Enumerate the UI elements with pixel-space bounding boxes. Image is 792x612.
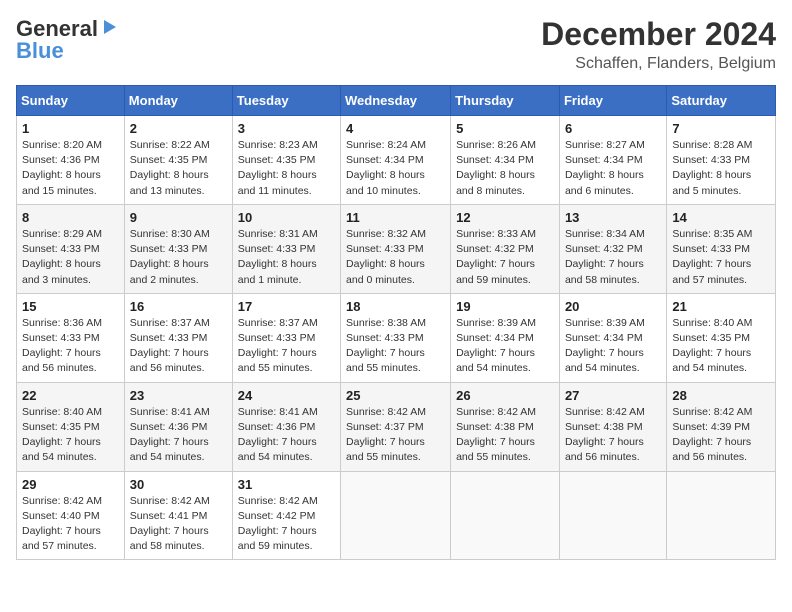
- day-cell: 21 Sunrise: 8:40 AMSunset: 4:35 PMDaylig…: [667, 293, 776, 382]
- col-tuesday: Tuesday: [232, 86, 340, 116]
- logo-blue: Blue: [16, 38, 64, 64]
- table-row: 1 Sunrise: 8:20 AMSunset: 4:36 PMDayligh…: [17, 116, 776, 205]
- day-cell: 14 Sunrise: 8:35 AMSunset: 4:33 PMDaylig…: [667, 204, 776, 293]
- day-cell: 25 Sunrise: 8:42 AMSunset: 4:37 PMDaylig…: [341, 382, 451, 471]
- table-row: 22 Sunrise: 8:40 AMSunset: 4:35 PMDaylig…: [17, 382, 776, 471]
- calendar-table: Sunday Monday Tuesday Wednesday Thursday…: [16, 85, 776, 560]
- day-cell: 30 Sunrise: 8:42 AMSunset: 4:41 PMDaylig…: [124, 471, 232, 560]
- day-cell: 10 Sunrise: 8:31 AMSunset: 4:33 PMDaylig…: [232, 204, 340, 293]
- day-cell: 1 Sunrise: 8:20 AMSunset: 4:36 PMDayligh…: [17, 116, 125, 205]
- page-header: General Blue December 2024 Schaffen, Fla…: [16, 16, 776, 73]
- day-cell: 18 Sunrise: 8:38 AMSunset: 4:33 PMDaylig…: [341, 293, 451, 382]
- day-cell: 20 Sunrise: 8:39 AMSunset: 4:34 PMDaylig…: [559, 293, 666, 382]
- day-cell: 28 Sunrise: 8:42 AMSunset: 4:39 PMDaylig…: [667, 382, 776, 471]
- table-row: 8 Sunrise: 8:29 AMSunset: 4:33 PMDayligh…: [17, 204, 776, 293]
- day-cell: 6 Sunrise: 8:27 AMSunset: 4:34 PMDayligh…: [559, 116, 666, 205]
- day-cell: 23 Sunrise: 8:41 AMSunset: 4:36 PMDaylig…: [124, 382, 232, 471]
- location-subtitle: Schaffen, Flanders, Belgium: [541, 55, 776, 73]
- col-saturday: Saturday: [667, 86, 776, 116]
- day-cell: 31 Sunrise: 8:42 AMSunset: 4:42 PMDaylig…: [232, 471, 340, 560]
- table-row: 29 Sunrise: 8:42 AMSunset: 4:40 PMDaylig…: [17, 471, 776, 560]
- day-cell: 15 Sunrise: 8:36 AMSunset: 4:33 PMDaylig…: [17, 293, 125, 382]
- col-thursday: Thursday: [451, 86, 560, 116]
- col-sunday: Sunday: [17, 86, 125, 116]
- day-cell: 19 Sunrise: 8:39 AMSunset: 4:34 PMDaylig…: [451, 293, 560, 382]
- empty-cell: [451, 471, 560, 560]
- title-block: December 2024 Schaffen, Flanders, Belgiu…: [541, 16, 776, 73]
- day-cell: 3 Sunrise: 8:23 AMSunset: 4:35 PMDayligh…: [232, 116, 340, 205]
- calendar-header-row: Sunday Monday Tuesday Wednesday Thursday…: [17, 86, 776, 116]
- day-cell: 8 Sunrise: 8:29 AMSunset: 4:33 PMDayligh…: [17, 204, 125, 293]
- day-cell: 5 Sunrise: 8:26 AMSunset: 4:34 PMDayligh…: [451, 116, 560, 205]
- day-cell: 29 Sunrise: 8:42 AMSunset: 4:40 PMDaylig…: [17, 471, 125, 560]
- day-cell: 4 Sunrise: 8:24 AMSunset: 4:34 PMDayligh…: [341, 116, 451, 205]
- month-year-title: December 2024: [541, 16, 776, 53]
- col-friday: Friday: [559, 86, 666, 116]
- day-cell: 17 Sunrise: 8:37 AMSunset: 4:33 PMDaylig…: [232, 293, 340, 382]
- empty-cell: [667, 471, 776, 560]
- empty-cell: [559, 471, 666, 560]
- day-cell: 27 Sunrise: 8:42 AMSunset: 4:38 PMDaylig…: [559, 382, 666, 471]
- col-wednesday: Wednesday: [341, 86, 451, 116]
- day-cell: 9 Sunrise: 8:30 AMSunset: 4:33 PMDayligh…: [124, 204, 232, 293]
- day-cell: 12 Sunrise: 8:33 AMSunset: 4:32 PMDaylig…: [451, 204, 560, 293]
- day-cell: 2 Sunrise: 8:22 AMSunset: 4:35 PMDayligh…: [124, 116, 232, 205]
- logo-icon: [100, 18, 118, 36]
- empty-cell: [341, 471, 451, 560]
- day-cell: 16 Sunrise: 8:37 AMSunset: 4:33 PMDaylig…: [124, 293, 232, 382]
- day-cell: 7 Sunrise: 8:28 AMSunset: 4:33 PMDayligh…: [667, 116, 776, 205]
- logo: General Blue: [16, 16, 118, 64]
- day-cell: 24 Sunrise: 8:41 AMSunset: 4:36 PMDaylig…: [232, 382, 340, 471]
- day-cell: 22 Sunrise: 8:40 AMSunset: 4:35 PMDaylig…: [17, 382, 125, 471]
- table-row: 15 Sunrise: 8:36 AMSunset: 4:33 PMDaylig…: [17, 293, 776, 382]
- day-cell: 13 Sunrise: 8:34 AMSunset: 4:32 PMDaylig…: [559, 204, 666, 293]
- day-cell: 11 Sunrise: 8:32 AMSunset: 4:33 PMDaylig…: [341, 204, 451, 293]
- day-cell: 26 Sunrise: 8:42 AMSunset: 4:38 PMDaylig…: [451, 382, 560, 471]
- col-monday: Monday: [124, 86, 232, 116]
